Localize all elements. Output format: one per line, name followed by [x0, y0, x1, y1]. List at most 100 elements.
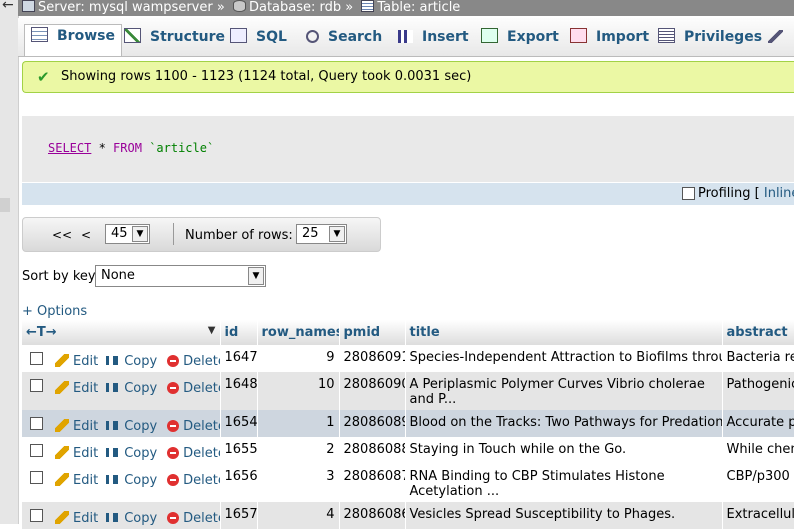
copy-label: Copy — [124, 381, 158, 396]
tab-export[interactable]: Export — [481, 26, 559, 50]
edit-link[interactable]: Edit — [55, 446, 98, 461]
row-checkbox[interactable] — [30, 352, 43, 365]
row-checkbox[interactable] — [30, 444, 43, 457]
cell-row-names: 9 — [257, 345, 340, 372]
cell-title: Blood on the Tracks: Two Pathways for Pr… — [405, 410, 723, 437]
delete-link[interactable]: Delete — [167, 473, 219, 488]
breadcrumb-database[interactable]: Database: rdb — [249, 1, 341, 15]
edit-link[interactable]: Edit — [55, 473, 98, 488]
cell-pmid: 28086090 — [339, 372, 406, 410]
breadcrumb-server[interactable]: Server: mysql wampserver — [38, 1, 213, 15]
success-text: Showing rows 1100 - 1123 (1124 total, Qu… — [61, 69, 472, 84]
rows-select[interactable]: 25 ▼ — [296, 224, 347, 244]
back-arrow-icon[interactable]: ← — [2, 0, 14, 13]
delete-link[interactable]: Delete — [167, 446, 219, 461]
divider — [173, 223, 174, 245]
edit-link[interactable]: Edit — [55, 354, 98, 369]
pencil-icon — [55, 511, 69, 524]
table-row[interactable]: Edit Copy Delete1656328086087RNA Binding t… — [22, 464, 794, 502]
delete-icon — [167, 420, 180, 432]
tab-label: Export — [507, 29, 559, 45]
table-row[interactable]: Edit Copy Delete16481028086090A Periplasmi… — [22, 372, 794, 410]
delete-label: Delete — [183, 446, 219, 461]
breadcrumb-separator: » — [345, 0, 354, 15]
import-icon — [570, 28, 587, 43]
inline-link[interactable]: Inline — [764, 186, 794, 201]
delete-link[interactable]: Delete — [167, 381, 219, 396]
sql-keyword: SELECT — [48, 141, 92, 155]
table-row[interactable]: Edit Copy Delete1654128086089Blood on the … — [22, 410, 794, 437]
column-header-title[interactable]: title — [405, 320, 723, 345]
options-link[interactable]: + Options — [22, 304, 87, 319]
previous-page-button[interactable]: < — [81, 228, 91, 242]
results-table: ←T→ ▼ id row_names pmid title abstract Ed… — [22, 320, 794, 529]
copy-label: Copy — [124, 446, 158, 461]
table-row[interactable]: Edit Copy Delete1655228086088Staying in To… — [22, 437, 794, 464]
edit-label: Edit — [73, 419, 99, 434]
privileges-icon — [658, 28, 675, 43]
server-icon — [22, 0, 35, 12]
cell-id: 1654 — [220, 410, 258, 437]
copy-link[interactable]: Copy — [106, 419, 157, 434]
chevron-down-icon: ▼ — [329, 226, 345, 242]
page-select[interactable]: 45 ▼ — [105, 224, 150, 244]
tab-import[interactable]: Import — [570, 26, 649, 50]
delete-label: Delete — [183, 354, 219, 369]
tab-label: Structure — [150, 29, 226, 45]
cell-abstract: Pathogenic — [722, 372, 794, 410]
column-header-pmid[interactable]: pmid — [339, 320, 406, 345]
delete-link[interactable]: Delete — [167, 354, 219, 369]
cell-title: Vesicles Spread Susceptibility to Phages… — [405, 502, 723, 529]
rows-select-value: 25 — [302, 226, 319, 241]
edit-link[interactable]: Edit — [55, 419, 98, 434]
cell-pmid: 28086088 — [339, 437, 406, 464]
table-row[interactable]: EditCopyDelete1657428086086Vesicles Spre… — [22, 502, 794, 529]
profiling-checkbox[interactable] — [682, 187, 695, 200]
row-checkbox[interactable] — [30, 417, 43, 430]
edit-label: Edit — [73, 446, 99, 461]
tab-operations[interactable] — [768, 26, 792, 50]
tab-browse[interactable]: Browse — [24, 24, 122, 56]
row-actions: Edit Copy Delete — [22, 464, 221, 502]
pencil-icon — [55, 473, 69, 486]
tab-insert[interactable]: Insert — [398, 26, 469, 50]
first-page-button[interactable]: << — [52, 228, 72, 242]
row-checkbox[interactable] — [30, 471, 43, 484]
left-strip: ← — [0, 0, 19, 524]
sql-icon — [230, 28, 247, 43]
copy-label: Copy — [124, 473, 158, 488]
export-icon — [481, 28, 498, 43]
rows-label: Number of rows: — [185, 228, 293, 243]
cell-title: Staying in Touch while on the Go. — [405, 437, 723, 464]
cell-row-names: 1 — [257, 410, 340, 437]
column-arrows-header[interactable]: ←T→ ▼ — [22, 320, 221, 345]
database-icon — [232, 0, 246, 12]
column-header-id[interactable]: id — [220, 320, 258, 345]
copy-link[interactable]: Copy — [106, 354, 157, 369]
tab-sql[interactable]: SQL — [230, 26, 287, 50]
table-row[interactable]: Edit Copy Delete1647928086091Species-Indep… — [22, 345, 794, 372]
column-header-row-names[interactable]: row_names — [257, 320, 340, 345]
copy-link[interactable]: Copy — [106, 381, 157, 396]
copy-link[interactable]: Copy — [106, 446, 157, 461]
breadcrumb-separator: » — [216, 0, 225, 15]
tab-privileges[interactable]: Privileges — [658, 26, 762, 50]
sql-query[interactable]: SELECT * FROM `article` — [48, 141, 214, 155]
cell-title: Species-Independent Attraction to Biofil… — [405, 345, 723, 372]
pencil-icon — [55, 354, 69, 367]
row-checkbox[interactable] — [30, 509, 43, 522]
tab-structure[interactable]: Structure — [124, 26, 225, 50]
cell-row-names: 10 — [257, 372, 340, 410]
delete-link[interactable]: Delete — [167, 419, 219, 434]
cell-pmid: 28086089 — [339, 410, 406, 437]
sort-triangle-icon[interactable]: ▼ — [208, 325, 216, 336]
sort-key-select[interactable]: None ▼ — [95, 265, 266, 287]
row-checkbox[interactable] — [30, 379, 43, 392]
breadcrumb-table[interactable]: Table: article — [377, 1, 460, 15]
copy-link[interactable]: Copy — [106, 473, 157, 488]
row-actions: EditCopyDelete — [22, 502, 221, 529]
edit-link[interactable]: Edit — [55, 381, 98, 396]
tab-label: SQL — [256, 29, 287, 45]
column-header-abstract[interactable]: abstract — [722, 320, 794, 345]
tab-search[interactable]: Search — [306, 26, 382, 50]
